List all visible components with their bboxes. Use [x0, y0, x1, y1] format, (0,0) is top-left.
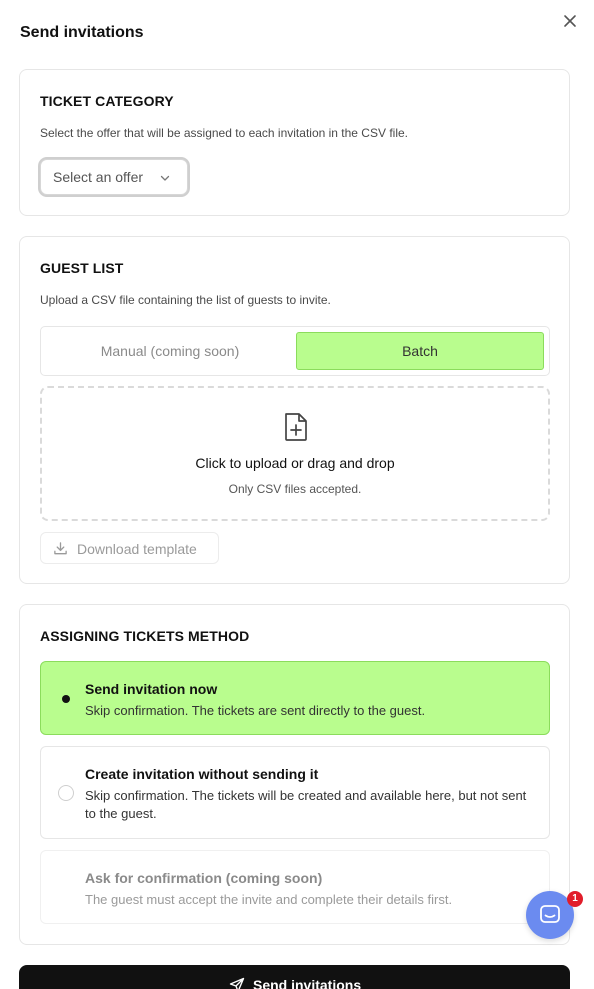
send-icon — [229, 977, 245, 989]
radio-selected[interactable] — [58, 691, 74, 707]
ticket-category-description: Select the offer that will be assigned t… — [40, 126, 408, 140]
option-ask-confirmation: Ask for confirmation (coming soon) The g… — [40, 850, 550, 924]
download-template-label: Download template — [77, 541, 197, 557]
option-description: Skip confirmation. The tickets are sent … — [85, 703, 426, 718]
tab-manual[interactable]: Manual (coming soon) — [46, 332, 294, 370]
chat-icon — [540, 905, 560, 923]
guest-list-description: Upload a CSV file containing the list of… — [40, 293, 331, 307]
option-title: Send invitation now — [85, 681, 218, 697]
option-title: Ask for confirmation (coming soon) — [85, 870, 323, 886]
dropzone-sub-text: Only CSV files accepted. — [228, 482, 362, 496]
send-invitations-button[interactable]: Send invitations — [19, 965, 570, 989]
close-icon[interactable] — [562, 13, 578, 29]
radio-unselected[interactable] — [58, 785, 74, 801]
offer-select[interactable]: Select an offer — [40, 159, 188, 195]
option-title: Create invitation without sending it — [85, 766, 319, 782]
option-description: Skip confirmation. The tickets will be c… — [85, 788, 527, 821]
csv-dropzone[interactable]: Click to upload or drag and drop Only CS… — [40, 386, 550, 521]
download-template-button[interactable]: Download template — [40, 532, 219, 564]
guest-list-section: GUEST LIST Upload a CSV file containing … — [19, 236, 570, 584]
download-icon — [54, 542, 67, 555]
tab-batch[interactable]: Batch — [296, 332, 544, 370]
dialog-title: Send invitations — [20, 24, 144, 41]
chat-notification-badge: 1 — [567, 891, 583, 907]
guest-mode-toggle: Manual (coming soon) Batch — [40, 326, 550, 376]
assigning-method-title: ASSIGNING TICKETS METHOD — [40, 628, 250, 644]
option-create-without-sending[interactable]: Create invitation without sending it Ski… — [40, 746, 550, 839]
option-send-now[interactable]: Send invitation now Skip confirmation. T… — [40, 661, 550, 735]
option-description: The guest must accept the invite and com… — [85, 892, 453, 907]
ticket-category-section: TICKET CATEGORY Select the offer that wi… — [19, 69, 570, 216]
assigning-method-section: ASSIGNING TICKETS METHOD Send invitation… — [19, 604, 570, 945]
offer-select-placeholder: Select an offer — [53, 169, 144, 185]
send-invitations-label: Send invitations — [253, 977, 362, 989]
dropzone-main-text: Click to upload or drag and drop — [195, 455, 395, 471]
guest-list-title: GUEST LIST — [40, 260, 124, 276]
file-plus-icon — [285, 413, 307, 441]
ticket-category-title: TICKET CATEGORY — [40, 93, 174, 109]
chevron-down-icon — [160, 175, 170, 181]
